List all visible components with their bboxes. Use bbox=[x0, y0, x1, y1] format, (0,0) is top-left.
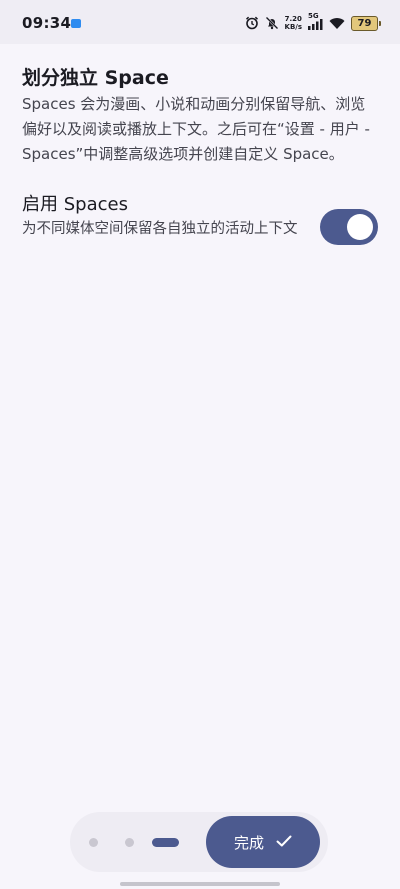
enable-spaces-switch[interactable] bbox=[320, 209, 378, 245]
net-speed-value: 7.20 bbox=[284, 15, 302, 23]
status-icons: 7.20 KB/s 5G 79 bbox=[245, 12, 381, 33]
battery-icon: 79 bbox=[351, 15, 381, 31]
wifi-icon bbox=[329, 17, 345, 30]
section-description: Spaces 会为漫画、小说和动画分别保留导航、浏览偏好以及阅读或播放上下文。之… bbox=[22, 95, 370, 163]
status-bar: 09:34 7.20 KB/s 5G 79 bbox=[0, 0, 400, 44]
net-speed-unit: KB/s bbox=[284, 23, 302, 31]
page-indicator-active bbox=[152, 838, 179, 847]
page-indicator-dot bbox=[89, 838, 98, 847]
status-time: 09:34 bbox=[22, 14, 72, 32]
home-indicator[interactable] bbox=[120, 882, 280, 886]
preference-summary: 为不同媒体空间保留各自独立的活动上下文 bbox=[22, 221, 298, 237]
page-indicator-dot bbox=[125, 838, 134, 847]
onboarding-pager: 完成 bbox=[70, 812, 328, 872]
check-icon bbox=[276, 833, 292, 851]
signal-icon: 5G bbox=[308, 12, 323, 31]
signal-label: 5G bbox=[308, 12, 319, 20]
app-notification-icon bbox=[71, 19, 81, 28]
switch-thumb bbox=[347, 214, 373, 240]
preference-title: 启用 Spaces bbox=[22, 194, 128, 215]
onboarding-screen: 09:34 7.20 KB/s 5G 79 划分独立 Space Spaces … bbox=[0, 0, 400, 889]
enable-spaces-preference[interactable]: 启用 Spaces 为不同媒体空间保留各自独立的活动上下文 bbox=[22, 190, 380, 270]
net-speed: 7.20 KB/s bbox=[285, 15, 302, 31]
mute-icon bbox=[265, 16, 279, 30]
section-title: 划分独立 Space bbox=[22, 67, 169, 89]
done-button[interactable]: 完成 bbox=[206, 816, 320, 868]
alarm-icon bbox=[245, 16, 259, 30]
done-button-label: 完成 bbox=[233, 833, 264, 852]
